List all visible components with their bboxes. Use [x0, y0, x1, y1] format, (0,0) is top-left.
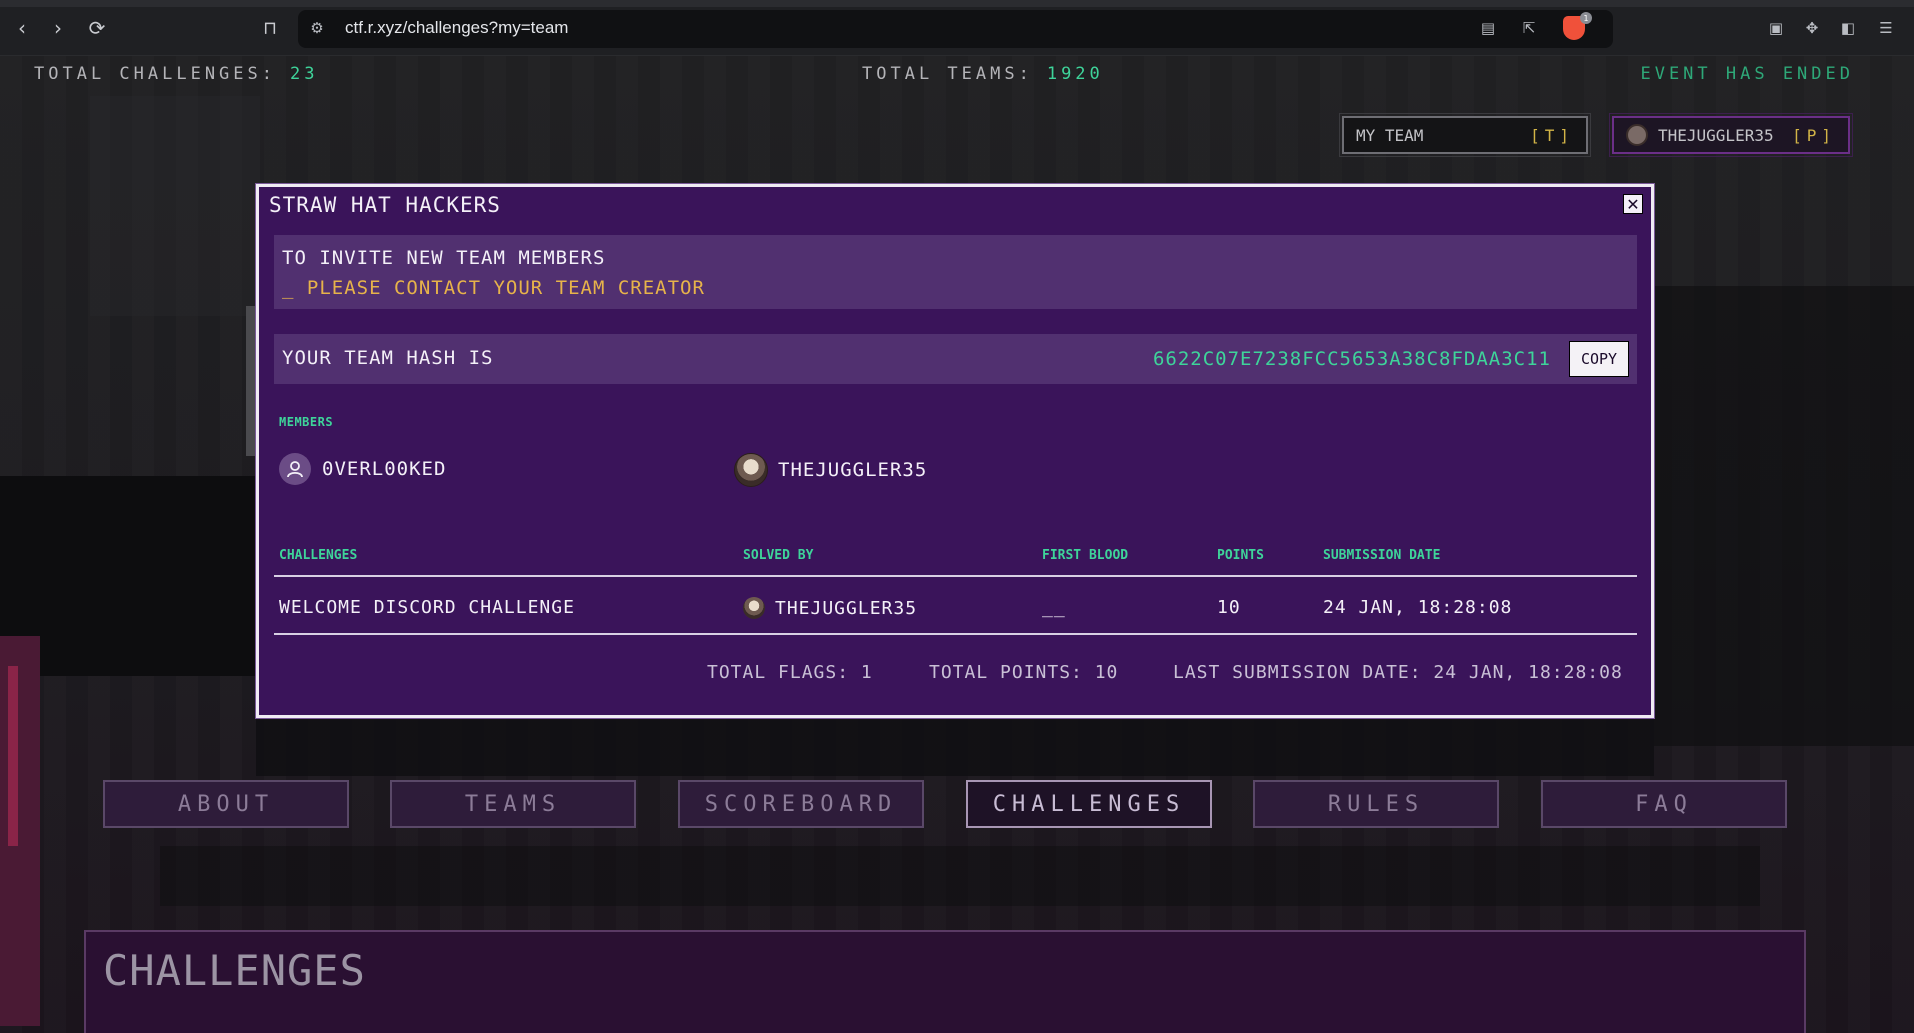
user-label: THEJUGGLER35	[1658, 125, 1774, 145]
challenges-panel: CHALLENGES	[84, 930, 1806, 1033]
total-challenges-label: TOTAL CHALLENGES:	[34, 64, 276, 84]
modal-title: STRAW HAT HACKERS	[269, 193, 501, 217]
url-text[interactable]: ctf.r.xyz/challenges?my=team	[345, 18, 568, 38]
row-points: 10	[1217, 597, 1241, 618]
event-status: EVENT HAS ENDED	[1640, 64, 1854, 84]
browser-toolbar: ‹ › ⟳ ⊓ ⚙ ctf.r.xyz/challenges?my=team ▤…	[0, 0, 1914, 56]
sidebar-icon[interactable]: ◧	[1837, 17, 1859, 39]
col-header-challenges: CHALLENGES	[279, 548, 358, 563]
row-first-blood: __	[1042, 597, 1066, 618]
challenges-panel-title: CHALLENGES	[103, 946, 366, 995]
page-content: TOTAL CHALLENGES: 23 TOTAL TEAMS: 1920 EVE…	[0, 56, 1914, 1033]
tab-about[interactable]: ABOUT	[103, 780, 349, 828]
close-icon[interactable]: ✕	[1623, 194, 1643, 214]
background-block	[160, 846, 1760, 906]
total-challenges-value: 23	[290, 64, 319, 84]
last-submission-date: LAST SUBMISSION DATE: 24 JAN, 18:28:08	[1173, 662, 1623, 683]
default-avatar-icon	[279, 453, 311, 485]
background-block	[0, 636, 40, 1026]
background-block	[256, 716, 1654, 776]
reader-mode-icon[interactable]: ▤	[1477, 17, 1499, 39]
my-team-button[interactable]: MY TEAM [T]	[1339, 113, 1591, 157]
member-avatar	[734, 453, 768, 487]
copy-button[interactable]: COPY	[1569, 341, 1629, 377]
row-solved-by-name: THEJUGGLER35	[775, 597, 918, 619]
total-teams-label: TOTAL TEAMS:	[862, 64, 1033, 84]
tab-faq[interactable]: FAQ	[1541, 780, 1787, 828]
col-header-submission-date: SUBMISSION DATE	[1323, 548, 1441, 563]
invite-line1: TO INVITE NEW TEAM MEMBERS	[282, 247, 606, 269]
invite-line2: _ PLEASE CONTACT YOUR TEAM CREATOR	[282, 277, 705, 299]
invite-notice: TO INVITE NEW TEAM MEMBERS _ PLEASE CONT…	[274, 235, 1637, 309]
reload-icon[interactable]: ⟳	[83, 14, 111, 42]
member-name: THEJUGGLER35	[778, 459, 928, 481]
total-challenges-stat: TOTAL CHALLENGES: 23	[34, 64, 318, 84]
extensions-icon[interactable]: ✥	[1801, 17, 1823, 39]
members-label: MEMBERS	[279, 415, 334, 429]
hash-value: 6622C07E7238FCC5653A38C8FDAA3C11	[1152, 348, 1551, 370]
row-challenge[interactable]: WELCOME DISCORD CHALLENGE	[279, 597, 575, 618]
shields-badge: 1	[1580, 12, 1592, 24]
tab-challenges[interactable]: CHALLENGES	[966, 780, 1212, 828]
member-item: 0VERL00KED	[279, 453, 446, 485]
team-hash-box: YOUR TEAM HASH IS 6622C07E7238FCC5653A38…	[274, 334, 1637, 384]
col-header-first-blood: FIRST BLOOD	[1042, 548, 1129, 563]
table-divider	[274, 575, 1637, 577]
total-points: TOTAL POINTS: 10	[929, 662, 1119, 683]
user-shortcut: [P]	[1792, 125, 1836, 145]
my-team-shortcut: [T]	[1530, 125, 1574, 145]
user-profile-button[interactable]: THEJUGGLER35 [P]	[1609, 113, 1853, 157]
col-header-solved-by: SOLVED BY	[743, 548, 814, 563]
total-flags: TOTAL FLAGS: 1	[707, 662, 873, 683]
hash-label: YOUR TEAM HASH IS	[282, 347, 494, 369]
share-icon[interactable]: ⇱	[1518, 17, 1540, 39]
tab-rules[interactable]: RULES	[1253, 780, 1499, 828]
row-solved-by: THEJUGGLER35	[743, 597, 917, 619]
table-divider	[274, 633, 1637, 635]
col-header-points: POINTS	[1217, 548, 1264, 563]
bookmark-icon[interactable]: ⊓	[256, 14, 284, 42]
site-info-icon[interactable]: ⚙	[306, 17, 328, 39]
solver-avatar	[743, 597, 765, 619]
background-block	[8, 666, 18, 846]
tab-strip	[0, 0, 1914, 7]
member-item: THEJUGGLER35	[734, 453, 927, 487]
my-team-label: MY TEAM	[1356, 125, 1424, 145]
background-block	[90, 96, 260, 316]
total-teams-value: 1920	[1046, 64, 1104, 84]
total-teams-stat: TOTAL TEAMS: 1920	[862, 64, 1104, 84]
menu-icon[interactable]: ☰	[1875, 17, 1897, 39]
member-name: 0VERL00KED	[322, 458, 447, 480]
forward-icon[interactable]: ›	[44, 14, 72, 42]
background-block	[1654, 286, 1914, 746]
tab-teams[interactable]: TEAMS	[390, 780, 636, 828]
team-modal: STRAW HAT HACKERS ✕ TO INVITE NEW TEAM M…	[255, 183, 1655, 719]
back-icon[interactable]: ‹	[8, 14, 36, 42]
picture-in-picture-icon[interactable]: ▣	[1765, 17, 1787, 39]
tab-scoreboard[interactable]: SCOREBOARD	[678, 780, 924, 828]
row-date: 24 JAN, 18:28:08	[1323, 597, 1513, 618]
user-avatar	[1626, 124, 1648, 146]
